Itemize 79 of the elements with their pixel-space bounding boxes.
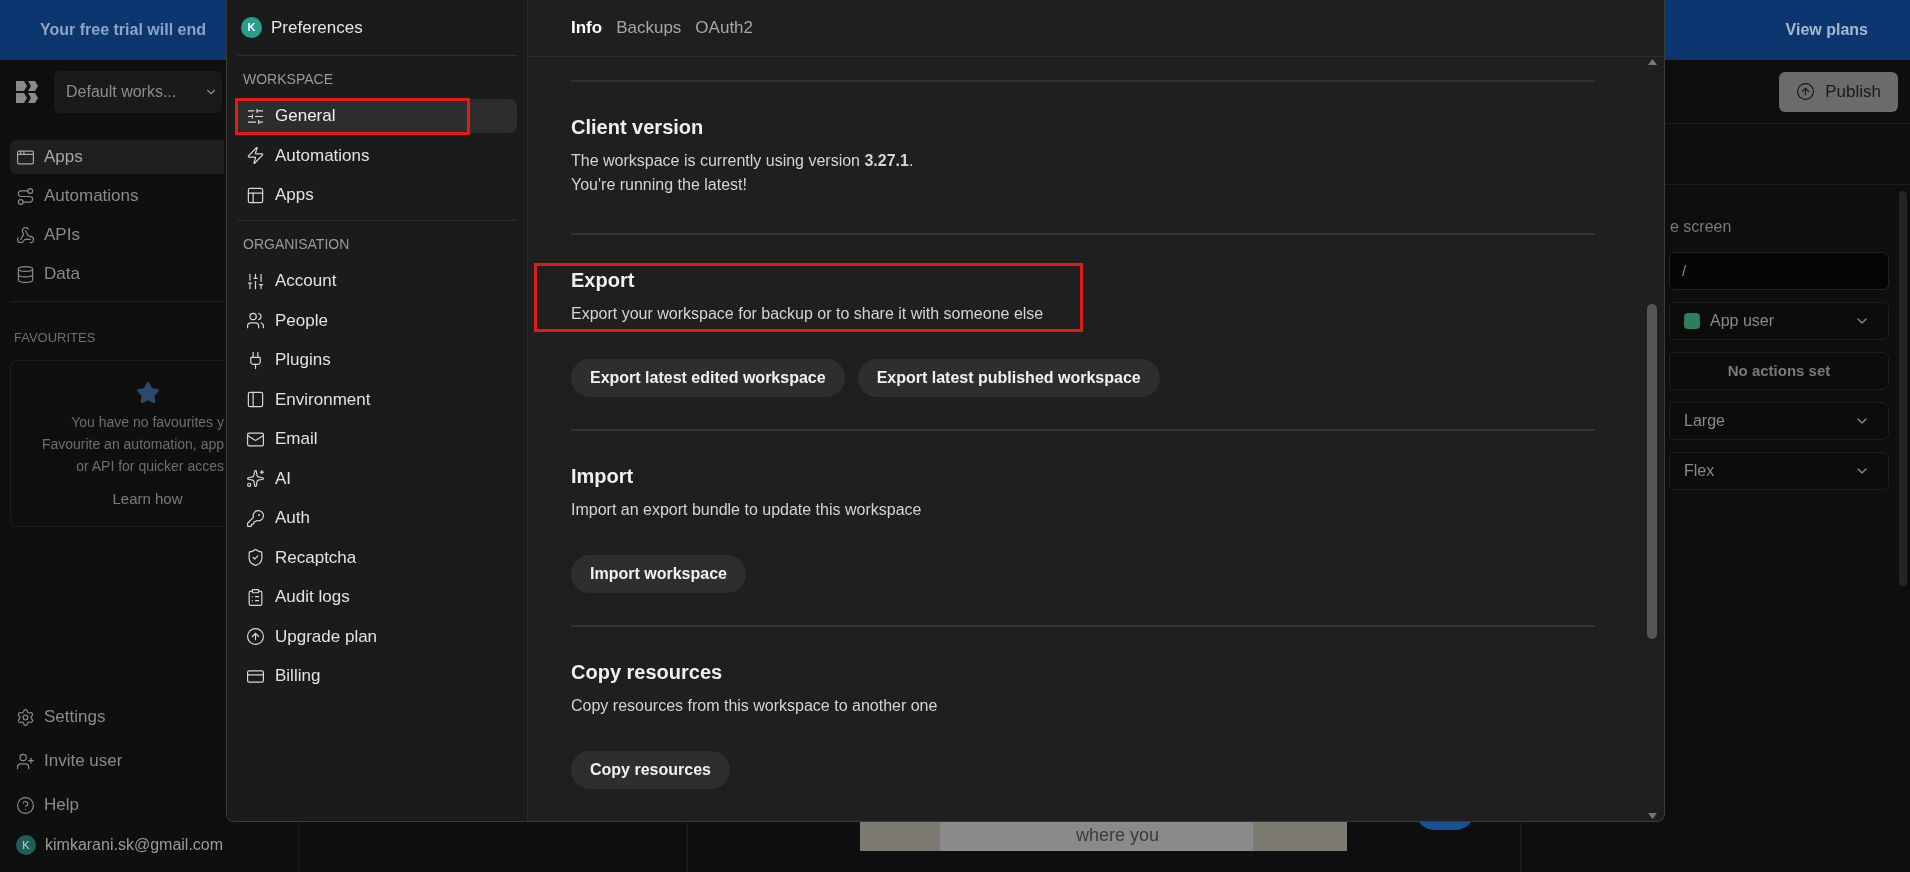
settings-nav-item[interactable]: Upgrade plan bbox=[237, 619, 517, 654]
empty-message: Favourite an automation, app bbox=[41, 434, 224, 454]
star-icon bbox=[135, 380, 160, 405]
settings-nav-item[interactable]: Audit logs bbox=[237, 580, 517, 614]
nav-item[interactable]: Data bbox=[10, 257, 224, 291]
section-description: You're running the latest! bbox=[571, 175, 748, 195]
section-heading: Import bbox=[571, 464, 635, 489]
settings-nav-item[interactable]: Apps bbox=[237, 178, 517, 212]
learn-how-link[interactable]: Learn how bbox=[112, 487, 183, 510]
section-heading: Export bbox=[571, 268, 636, 293]
shield-icon bbox=[246, 548, 265, 567]
settings-nav-item[interactable]: Recaptcha bbox=[237, 540, 517, 575]
settings-nav-item[interactable]: Automations bbox=[237, 138, 517, 173]
webhook-icon bbox=[16, 225, 35, 245]
section-description: Import an export bundle to update this workspace bbox=[571, 500, 922, 520]
action-button[interactable]: Export latest published workspace bbox=[857, 359, 1160, 397]
dropdown-select[interactable]: Large bbox=[1669, 402, 1889, 440]
nav-item[interactable]: Automations bbox=[10, 179, 224, 213]
nav-item[interactable]: Apps bbox=[10, 140, 224, 174]
sliders-icon bbox=[246, 106, 265, 126]
section-description: The workspace is currently using version 3.27.1. bbox=[571, 151, 914, 171]
tab[interactable]: OAuth2 bbox=[695, 15, 753, 41]
actions-button[interactable]: No actions set bbox=[1669, 352, 1889, 390]
settings-nav-item[interactable]: Environment bbox=[237, 382, 517, 417]
settings-nav-item[interactable]: AI bbox=[237, 461, 517, 496]
group-heading: WORKSPACE bbox=[242, 70, 334, 89]
dropdown-select[interactable]: Flex bbox=[1669, 452, 1889, 490]
footer-item[interactable]: Settings bbox=[10, 700, 224, 734]
action-button[interactable]: Export latest edited workspace bbox=[571, 359, 845, 397]
lightning-icon bbox=[246, 146, 265, 165]
empty-message: or API for quicker acces bbox=[76, 456, 224, 476]
section-description: Export your workspace for backup or to share it with someone else bbox=[571, 304, 1044, 324]
clipboard-icon bbox=[246, 587, 265, 607]
people-icon bbox=[246, 311, 265, 330]
dialog-title: Preferences bbox=[271, 16, 363, 39]
footer-item[interactable]: Help bbox=[10, 788, 224, 822]
empty-message: You have no favourites y bbox=[71, 412, 224, 432]
settings-nav-item[interactable]: Billing bbox=[237, 659, 517, 693]
trial-message: Your free trial will end bbox=[40, 20, 206, 40]
settings-nav-item[interactable]: People bbox=[237, 303, 517, 338]
workspace-avatar: K bbox=[241, 17, 262, 38]
user-avatar: K bbox=[16, 835, 36, 855]
logo-icon bbox=[15, 80, 39, 104]
route-field[interactable]: / bbox=[1669, 252, 1889, 290]
workspace-dropdown[interactable]: Default works... bbox=[54, 71, 222, 113]
view-plans-link[interactable]: View plans bbox=[1785, 18, 1868, 42]
settings-nav-item[interactable]: Plugins bbox=[237, 343, 517, 377]
tab[interactable]: Info bbox=[571, 15, 603, 41]
panel-icon bbox=[246, 390, 265, 409]
action-button[interactable]: Copy resources bbox=[571, 751, 730, 789]
role-select[interactable]: App user bbox=[1669, 302, 1889, 340]
settings-nav-item[interactable]: General bbox=[237, 99, 517, 133]
sparkles-icon bbox=[246, 469, 265, 488]
settings-nav-item[interactable]: Account bbox=[237, 264, 517, 298]
upgrade-icon bbox=[246, 627, 265, 646]
preview-text: where you bbox=[1076, 825, 1160, 845]
section-heading: Client version bbox=[571, 115, 705, 140]
settings-nav-item[interactable]: Email bbox=[237, 422, 517, 456]
layout-icon bbox=[246, 185, 265, 205]
user-email: kimkarani.sk@gmail.com bbox=[45, 835, 224, 855]
sliders-icon bbox=[246, 271, 265, 291]
footer-item[interactable]: Invite user bbox=[10, 744, 224, 778]
section-description: Copy resources from this workspace to another one bbox=[571, 696, 938, 716]
add-user-icon bbox=[16, 751, 35, 771]
database-icon bbox=[16, 264, 35, 284]
section-label: FAVOURITES bbox=[13, 329, 97, 347]
setting-label: e screen bbox=[1669, 217, 1733, 237]
route-icon bbox=[16, 186, 35, 206]
settings-icon bbox=[16, 707, 35, 727]
settings-nav-item[interactable]: Auth bbox=[237, 501, 517, 535]
action-button[interactable]: Import workspace bbox=[571, 555, 746, 593]
tab[interactable]: Backups bbox=[616, 15, 682, 41]
upload-icon bbox=[1796, 82, 1816, 101]
help-icon bbox=[16, 795, 35, 815]
scroll-down-icon bbox=[1647, 813, 1657, 819]
section-heading: Copy resources bbox=[571, 660, 724, 685]
nav-item[interactable]: APIs bbox=[10, 218, 224, 252]
key-icon bbox=[246, 508, 265, 528]
group-heading: ORGANISATION bbox=[242, 235, 351, 254]
